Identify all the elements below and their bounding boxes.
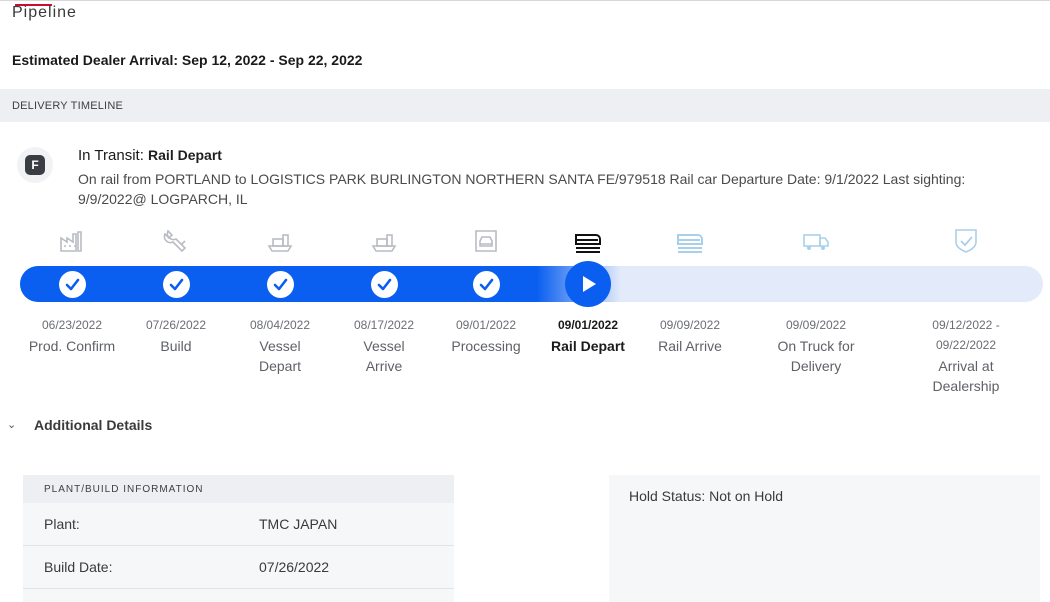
stage-label: On Truck for Delivery bbox=[777, 338, 855, 374]
timeline-progress bbox=[20, 266, 621, 302]
wrench-icon bbox=[161, 226, 191, 256]
stage-label: Processing bbox=[451, 338, 521, 354]
build-date-row: Build Date: 07/26/2022 bbox=[23, 546, 454, 589]
plant-label: Plant: bbox=[44, 516, 80, 532]
stage-date: 09/09/2022 bbox=[659, 318, 721, 332]
stage-label: Rail Depart bbox=[551, 338, 625, 354]
stage-label: Arrival at Dealership bbox=[932, 358, 1000, 394]
stage-current-marker bbox=[565, 261, 611, 307]
status-badge: F bbox=[17, 147, 53, 183]
stage-label: Vessel Arrive bbox=[363, 338, 405, 374]
additional-details-toggle[interactable]: Additional Details bbox=[34, 417, 152, 433]
stage-label: Build bbox=[160, 338, 192, 354]
build-date-value: 07/26/2022 bbox=[259, 559, 330, 575]
stage-complete-check bbox=[266, 271, 294, 298]
train-icon bbox=[573, 226, 603, 256]
plant-build-card: PLANT/BUILD INFORMATION Plant: TMC JAPAN… bbox=[23, 475, 454, 602]
stage-label: Rail Arrive bbox=[658, 338, 722, 354]
stage-date: 08/17/2022 bbox=[353, 318, 415, 332]
hold-status-text: Hold Status: Not on Hold bbox=[629, 488, 784, 504]
build-date-label: Build Date: bbox=[44, 559, 113, 575]
stage-label: Prod. Confirm bbox=[28, 338, 116, 354]
top-divider bbox=[0, 0, 1050, 1]
stage-label: Vessel Depart bbox=[258, 338, 302, 374]
car-icon bbox=[471, 226, 501, 256]
chevron-down-icon[interactable]: ⌄ bbox=[7, 418, 16, 431]
plant-build-heading: PLANT/BUILD INFORMATION bbox=[44, 484, 204, 495]
stage-date: 07/26/2022 bbox=[145, 318, 207, 332]
factory-icon bbox=[57, 226, 87, 256]
stage-date: 09/01/2022 bbox=[455, 318, 517, 332]
truck-icon bbox=[801, 226, 831, 256]
train-icon bbox=[675, 226, 705, 256]
plant-row: Plant: TMC JAPAN bbox=[23, 503, 454, 546]
stage-date: 09/01/2022 bbox=[557, 318, 619, 332]
delivery-timeline-header: DELIVERY TIMELINE bbox=[0, 89, 1050, 122]
stage-complete-check bbox=[370, 271, 398, 298]
ship-icon bbox=[369, 226, 399, 256]
stage-complete-check bbox=[58, 271, 86, 298]
stage-complete-check bbox=[472, 271, 500, 298]
stage-date: 08/04/2022 bbox=[249, 318, 311, 332]
ship-icon bbox=[265, 226, 295, 256]
stage-date: 09/12/2022 - 09/22/2022 bbox=[932, 318, 1000, 352]
stage-complete-check bbox=[162, 271, 190, 298]
status-badge-letter: F bbox=[25, 155, 45, 175]
plant-build-header: PLANT/BUILD INFORMATION bbox=[23, 475, 454, 503]
status-key: In Transit: bbox=[78, 147, 144, 164]
stage-date: 06/23/2022 bbox=[41, 318, 103, 332]
status-heading: In Transit: Rail Depart bbox=[78, 147, 222, 164]
plant-value: TMC JAPAN bbox=[259, 516, 338, 532]
status-description: On rail from PORTLAND to LOGISTICS PARK … bbox=[78, 171, 966, 207]
delivery-timeline-heading: DELIVERY TIMELINE bbox=[12, 100, 123, 112]
status-value: Rail Depart bbox=[148, 147, 222, 163]
stage-date: 09/09/2022 bbox=[785, 318, 847, 332]
hold-status-card: Hold Status: Not on Hold bbox=[609, 475, 1040, 602]
estimated-arrival: Estimated Dealer Arrival: Sep 12, 2022 -… bbox=[12, 52, 363, 68]
page-title: Pipeline bbox=[12, 4, 77, 21]
shield-check-icon bbox=[951, 226, 981, 256]
